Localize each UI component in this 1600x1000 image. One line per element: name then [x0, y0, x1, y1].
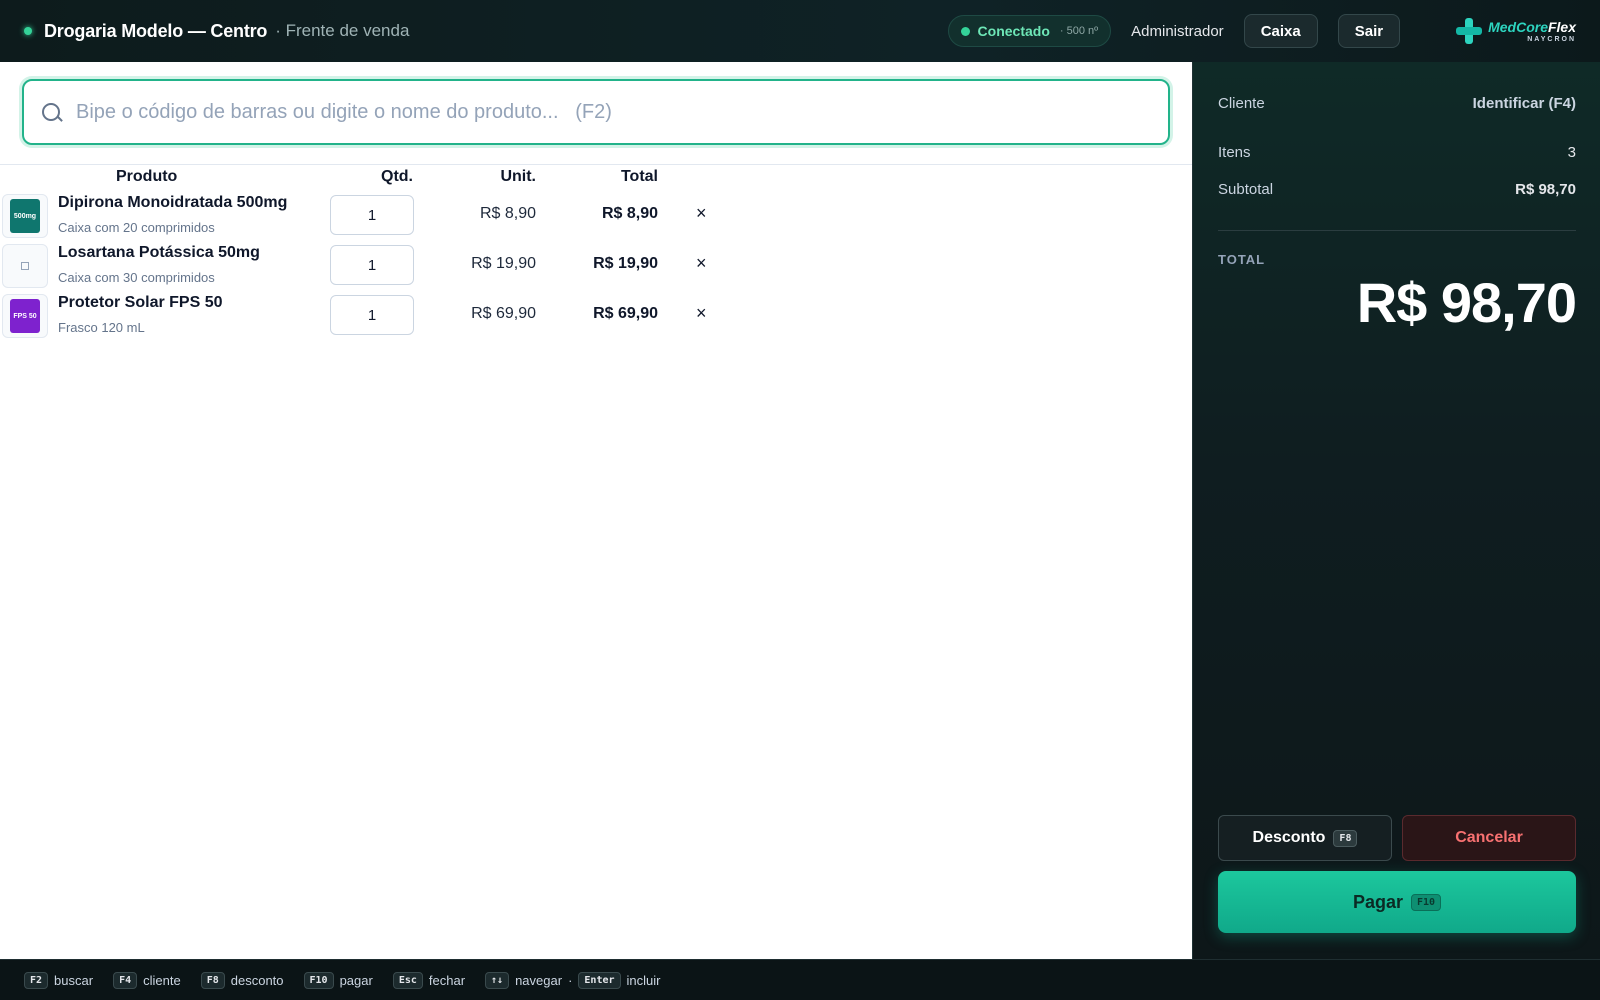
shortcut-key: F2 — [24, 971, 49, 989]
divider — [0, 164, 1192, 165]
shortcut-label: cliente — [143, 972, 181, 988]
pay-button[interactable]: Pagar F10 — [1218, 871, 1576, 933]
shortcut-label: pagar — [339, 972, 373, 988]
action-buttons: Desconto F8 Cancelar — [1218, 815, 1576, 861]
user-name: Administrador — [1131, 22, 1224, 40]
client-row: Cliente Identificar (F4) — [1218, 95, 1576, 112]
product-name: Losartana Potássica 50mg — [58, 244, 260, 261]
header-unit: Unit. — [500, 168, 536, 185]
shortcut-key: Enter — [578, 971, 621, 989]
product-description: Frasco 120 mL — [58, 320, 145, 335]
shortcut-discount: F8 desconto — [200, 971, 284, 989]
remove-item-icon[interactable]: × — [696, 203, 707, 224]
pay-button-label: Pagar — [1352, 891, 1403, 912]
shortcut-client: F4 cliente — [113, 971, 181, 989]
shortcut-label: fechar — [428, 972, 466, 988]
quantity-input[interactable] — [330, 295, 414, 335]
product-box-image: FPS 50 — [10, 299, 40, 333]
pay-shortcut-key: F10 — [1410, 893, 1442, 911]
header-total: Total — [620, 168, 658, 185]
items-label: Itens — [1218, 144, 1251, 161]
discount-shortcut-key: F8 — [1333, 829, 1358, 847]
header-qty: Qtd. — [381, 168, 413, 185]
top-bar: Drogaria Modelo — Centro · Frente de ven… — [0, 0, 1600, 62]
sale-main-area: Produto Qtd. Unit. Total 500mg Dipirona … — [0, 62, 1192, 959]
store-status-dot — [24, 27, 32, 35]
subtotal-label: Subtotal — [1218, 181, 1274, 198]
remove-item-icon[interactable]: × — [696, 253, 707, 274]
table-row[interactable]: FPS 50 Protetor Solar FPS 50 Frasco 120 … — [0, 290, 720, 340]
items-count: 3 — [1567, 144, 1576, 161]
shortcut-search: F2 buscar — [24, 971, 94, 989]
cash-register-button[interactable]: Caixa — [1243, 14, 1318, 48]
screen-name: · Frente de venda — [275, 21, 410, 40]
identify-client-link[interactable]: Identificar (F4) — [1473, 95, 1576, 112]
store-name: Drogaria Modelo — Centro — [44, 20, 268, 41]
quantity-input[interactable] — [330, 245, 414, 285]
unit-price: R$ 19,90 — [471, 255, 536, 272]
table-row[interactable]: 500mg Dipirona Monoidratada 500mg Caixa … — [0, 190, 720, 240]
shortcut-key: F4 — [113, 971, 138, 989]
total-label: TOTAL — [1218, 252, 1266, 267]
line-total: R$ 69,90 — [593, 305, 658, 322]
shortcut-pay: F10 pagar — [303, 971, 373, 989]
shortcut-separator: · — [568, 972, 573, 988]
summary-divider — [1218, 230, 1576, 231]
connection-meta: · 500 nº — [1059, 25, 1099, 37]
logo-word-b: Flex — [1547, 18, 1576, 35]
shortcut-label: navegar — [515, 972, 563, 988]
product-description: Caixa com 20 comprimidos — [58, 220, 215, 235]
shortcut-key: Esc — [392, 971, 423, 989]
quantity-input[interactable] — [330, 195, 414, 235]
connection-label: Conectado — [977, 23, 1050, 39]
sale-summary-panel: Cliente Identificar (F4) Itens 3 Subtota… — [1192, 62, 1600, 959]
cancel-sale-button[interactable]: Cancelar — [1402, 815, 1576, 861]
product-thumbnail — [2, 244, 48, 288]
shortcut-close: Esc fechar — [392, 971, 466, 989]
logo-word-a: MedCore — [1488, 18, 1548, 35]
unit-price: R$ 69,90 — [471, 305, 536, 322]
image-placeholder-icon — [21, 262, 29, 270]
grand-total: R$ 98,70 — [1356, 271, 1577, 334]
cross-logo-icon — [1456, 18, 1483, 44]
brand-logo: MedCoreFlex NAYCRON — [1456, 18, 1576, 44]
items-row: Itens 3 — [1218, 144, 1576, 161]
header-product: Produto — [116, 168, 178, 185]
connection-status-pill: Conectado · 500 nº — [947, 15, 1112, 47]
header-actions: Conectado · 500 nº Administrador Caixa S… — [947, 14, 1576, 48]
shortcut-label: incluir — [626, 972, 661, 988]
discount-button-label: Desconto — [1252, 829, 1326, 846]
product-description: Caixa com 30 comprimidos — [58, 270, 215, 285]
shortcut-navigate: ↑↓ navegar · Enter incluir — [485, 971, 661, 989]
product-thumbnail: FPS 50 — [2, 294, 48, 338]
subtotal-row: Subtotal R$ 98,70 — [1218, 181, 1576, 198]
connection-dot-icon — [960, 26, 970, 36]
shortcut-key: F8 — [200, 971, 225, 989]
logo-subtitle: NAYCRON — [1527, 35, 1576, 43]
product-name: Dipirona Monoidratada 500mg — [58, 194, 288, 211]
shortcut-key: ↑↓ — [485, 971, 510, 989]
shortcut-label: desconto — [230, 972, 284, 988]
line-total: R$ 8,90 — [601, 205, 658, 222]
cart-table-header: Produto Qtd. Unit. Total — [0, 166, 720, 190]
client-label: Cliente — [1218, 95, 1265, 112]
discount-button[interactable]: Desconto F8 — [1218, 815, 1392, 861]
shortcut-bar: F2 buscar F4 cliente F8 desconto F10 pagar E… — [0, 959, 1600, 1000]
search-icon — [42, 103, 60, 121]
subtotal-value: R$ 98,70 — [1515, 181, 1576, 198]
remove-item-icon[interactable]: × — [696, 303, 707, 324]
shortcut-label: buscar — [54, 972, 94, 988]
unit-price: R$ 8,90 — [479, 205, 536, 222]
cart-table: Produto Qtd. Unit. Total 500mg Dipirona … — [0, 166, 720, 340]
product-box-image: 500mg — [10, 199, 40, 233]
product-name: Protetor Solar FPS 50 — [58, 294, 223, 311]
table-row[interactable]: Losartana Potássica 50mg Caixa com 30 co… — [0, 240, 720, 290]
shortcut-key: F10 — [303, 971, 334, 989]
product-search-input[interactable] — [76, 100, 976, 124]
logout-button[interactable]: Sair — [1337, 14, 1401, 48]
product-thumbnail: 500mg — [2, 194, 48, 238]
line-total: R$ 19,90 — [593, 255, 658, 272]
product-search-box[interactable] — [22, 79, 1170, 145]
